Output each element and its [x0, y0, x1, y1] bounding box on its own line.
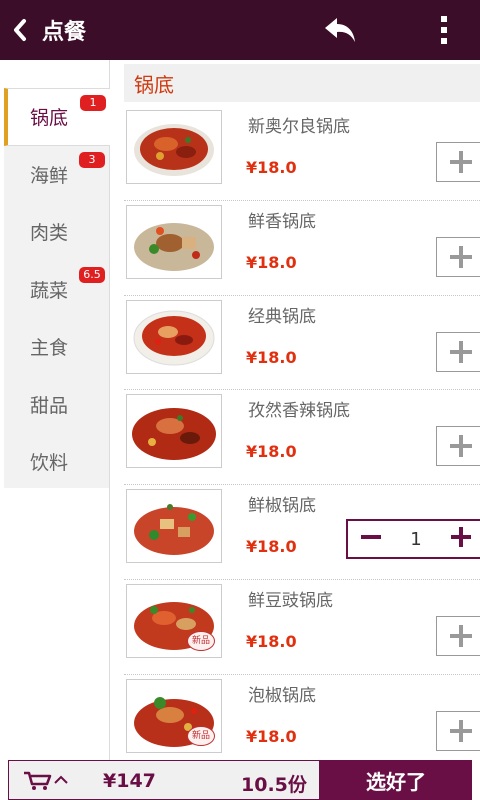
- back-button[interactable]: 点餐: [6, 0, 106, 60]
- overflow-menu-button[interactable]: [424, 8, 464, 52]
- dish-price: ¥18.0: [246, 347, 297, 367]
- dish-name: 鲜香锅底: [248, 211, 316, 232]
- count-badge: 1: [80, 95, 106, 111]
- dish-photo: 新品: [126, 678, 222, 753]
- undo-arrow-icon: [325, 18, 355, 42]
- sidebar-item-zhushi[interactable]: 主食: [4, 318, 109, 376]
- sidebar-item-shucai[interactable]: 蔬菜 6.5: [4, 261, 109, 319]
- sidebar-item-label: 主食: [30, 337, 69, 360]
- plus-icon: [450, 151, 472, 173]
- new-badge: 新品: [187, 725, 215, 746]
- bottom-bar: ¥147 10.5份 选好了: [0, 760, 480, 800]
- cart-total: ¥147: [103, 770, 156, 792]
- cart-summary[interactable]: ¥147 10.5份: [8, 760, 320, 800]
- sidebar-item-label: 饮料: [30, 452, 69, 475]
- dish-photo: [126, 299, 222, 374]
- add-button[interactable]: [436, 615, 480, 656]
- dish-photo: [126, 394, 222, 469]
- dish-price: ¥18.0: [246, 442, 297, 462]
- sidebar-item-guodi[interactable]: 锅底 1: [4, 88, 110, 146]
- sidebar-item-label: 甜品: [30, 394, 69, 417]
- dish-list: 新奥尔良锅底 ¥18.0 鲜香锅底 ¥18.0 经典锅底 ¥18.0 孜然香辣锅…: [124, 106, 480, 760]
- plus-icon: [450, 527, 471, 548]
- sidebar-item-label: 海鲜: [30, 164, 69, 187]
- chevron-left-icon: [14, 19, 26, 41]
- dish-name: 鲜椒锅底: [248, 496, 316, 517]
- sidebar-item-yinliao[interactable]: 饮料: [4, 433, 109, 491]
- new-badge: 新品: [187, 630, 215, 651]
- section-header: 锅底: [124, 64, 480, 102]
- sidebar-item-roulei[interactable]: 肉类: [4, 203, 109, 261]
- dish-price: ¥18.0: [246, 537, 297, 557]
- dish-name: 鲜豆豉锅底: [248, 590, 333, 611]
- sidebar-blank: [0, 488, 110, 760]
- list-item[interactable]: 经典锅底 ¥18.0: [124, 296, 480, 391]
- add-button[interactable]: [436, 331, 480, 372]
- category-list: 锅底 1 海鲜 3 肉类 蔬菜 6.5 主食 甜品 饮料: [4, 88, 110, 488]
- decrement-button[interactable]: [360, 526, 382, 552]
- dish-name: 泡椒锅底: [248, 685, 316, 706]
- plus-icon: [450, 719, 472, 742]
- dish-name: 孜然香辣锅底: [248, 401, 350, 422]
- plus-icon: [450, 245, 472, 268]
- kebab-menu-icon: [441, 16, 447, 44]
- page-title: 点餐: [42, 20, 87, 45]
- dish-photo: 新品: [126, 583, 222, 658]
- list-item[interactable]: 新奥尔良锅底 ¥18.0: [124, 106, 480, 201]
- dish-price: ¥18.0: [246, 726, 297, 746]
- dish-price: ¥18.0: [246, 252, 297, 272]
- quantity-stepper[interactable]: 1: [346, 519, 480, 560]
- cart-icon: [24, 771, 68, 790]
- add-button[interactable]: [436, 236, 480, 277]
- dish-photo: [126, 204, 222, 279]
- sidebar-item-tianpin[interactable]: 甜品: [4, 376, 109, 434]
- order-screen: 点餐 锅底 1 海鲜 3 肉类 蔬菜 6.5 主食 甜品 饮料 锅底 新奥尔良锅…: [0, 0, 480, 800]
- confirm-selection-button[interactable]: 选好了: [320, 760, 472, 800]
- category-sidebar: 锅底 1 海鲜 3 肉类 蔬菜 6.5 主食 甜品 饮料: [0, 60, 110, 760]
- list-item[interactable]: 新品 鲜豆豉锅底 ¥18.0: [124, 580, 480, 675]
- list-item[interactable]: 新品 泡椒锅底 ¥18.0: [124, 675, 480, 760]
- list-item[interactable]: 孜然香辣锅底 ¥18.0: [124, 390, 480, 486]
- top-bar: 点餐: [0, 0, 480, 60]
- minus-icon: [361, 535, 381, 540]
- count-badge: 3: [79, 151, 105, 168]
- plus-icon: [450, 340, 472, 363]
- cart-count: 10.5份: [241, 774, 307, 796]
- count-badge: 6.5: [79, 266, 105, 283]
- sidebar-spacer: [0, 60, 110, 88]
- dish-price: ¥18.0: [246, 631, 297, 651]
- plus-icon: [450, 435, 472, 458]
- menu-content[interactable]: 锅底 新奥尔良锅底 ¥18.0 鲜香锅底 ¥18.0 经典锅底 ¥18.0 孜然…: [110, 60, 480, 760]
- list-item[interactable]: 鲜椒锅底 ¥18.0 1: [124, 485, 480, 580]
- increment-button[interactable]: [450, 526, 472, 552]
- sidebar-item-label: 蔬菜: [30, 279, 69, 302]
- dish-photo: [126, 110, 222, 184]
- dish-name: 新奥尔良锅底: [248, 117, 350, 137]
- add-button[interactable]: [436, 426, 480, 467]
- dish-name: 经典锅底: [248, 306, 316, 327]
- undo-button[interactable]: [318, 8, 362, 52]
- add-button[interactable]: [436, 710, 480, 751]
- list-item[interactable]: 鲜香锅底 ¥18.0: [124, 201, 480, 296]
- plus-icon: [450, 624, 472, 647]
- dish-price: ¥18.0: [246, 158, 297, 177]
- sidebar-item-label: 锅底: [30, 107, 69, 130]
- dish-photo: [126, 489, 222, 564]
- sidebar-item-haixian[interactable]: 海鲜 3: [4, 146, 109, 204]
- add-button[interactable]: [436, 142, 480, 182]
- sidebar-item-label: 肉类: [30, 222, 69, 245]
- quantity-value: 1: [410, 528, 422, 550]
